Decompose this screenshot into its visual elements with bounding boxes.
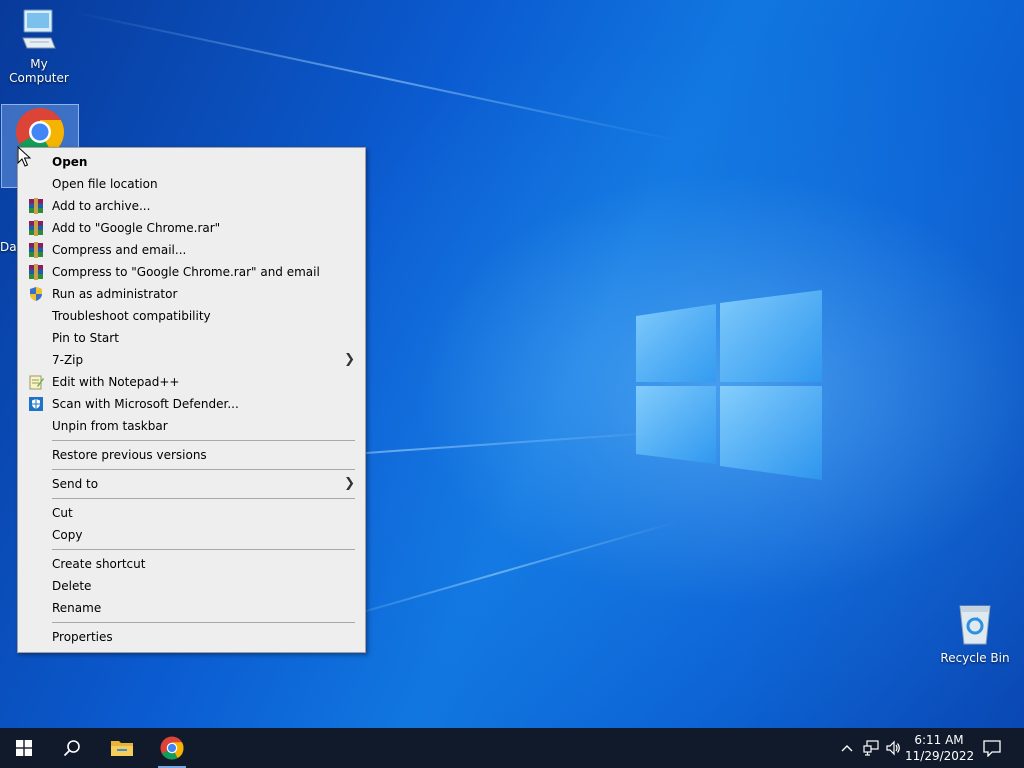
menu-item-label: Delete (52, 579, 92, 593)
menu-item-label: Add to "Google Chrome.rar" (52, 221, 221, 235)
search-button[interactable] (48, 728, 96, 768)
notepadpp-icon (29, 375, 44, 390)
start-icon (16, 740, 32, 756)
menu-separator (18, 546, 365, 553)
menu-item-label: Rename (52, 601, 102, 615)
menu-separator (18, 495, 365, 502)
menu-item-send-to[interactable]: Send to ❯ (18, 473, 365, 495)
recycle-bin-icon (959, 605, 991, 645)
menu-item-create-shortcut[interactable]: Create shortcut (18, 553, 365, 575)
menu-item-label: Add to archive... (52, 199, 151, 213)
menu-item-label: Cut (52, 506, 73, 520)
menu-item-scan-with-defender[interactable]: Scan with Microsoft Defender... (18, 393, 365, 415)
menu-item-label: Run as administrator (52, 287, 178, 301)
menu-item-label: 7-Zip (52, 353, 84, 367)
network-icon[interactable] (863, 740, 879, 756)
windows-logo-wallpaper (636, 290, 822, 480)
winrar-icon (29, 264, 43, 280)
menu-item-restore-previous-versions[interactable]: Restore previous versions (18, 444, 365, 466)
menu-item-label: Open (52, 155, 88, 169)
desktop-icon-label: Recycle Bin (940, 651, 1010, 665)
search-icon (63, 740, 80, 757)
menu-item-open[interactable]: Open (18, 151, 365, 173)
taskbar-google-chrome[interactable] (148, 728, 196, 768)
file-explorer-icon (111, 741, 133, 756)
taskbar: 6:11 AM 11/29/2022 (0, 728, 1024, 768)
menu-item-delete[interactable]: Delete (18, 575, 365, 597)
desktop-icon-recycle-bin[interactable]: Recycle Bin (936, 600, 1014, 665)
menu-separator (18, 619, 365, 626)
menu-item-compress-and-email[interactable]: Compress and email... (18, 239, 365, 261)
menu-item-7zip[interactable]: 7-Zip ❯ (18, 349, 365, 371)
desktop-icon-label: My Computer (9, 57, 69, 85)
menu-item-label: Create shortcut (52, 557, 146, 571)
menu-item-label: Edit with Notepad++ (52, 375, 180, 389)
clock-time: 6:11 AM (914, 733, 964, 747)
action-center-icon[interactable] (983, 739, 1001, 757)
menu-item-properties[interactable]: Properties (18, 626, 365, 648)
light-beam (73, 11, 681, 142)
menu-item-label: Pin to Start (52, 331, 119, 345)
menu-item-label: Open file location (52, 177, 158, 191)
computer-icon (22, 9, 56, 49)
menu-item-run-as-administrator[interactable]: Run as administrator (18, 283, 365, 305)
menu-item-copy[interactable]: Copy (18, 524, 365, 546)
menu-item-label: Compress to "Google Chrome.rar" and emai… (52, 265, 320, 279)
menu-item-label: Send to (52, 477, 99, 491)
menu-item-pin-to-start[interactable]: Pin to Start (18, 327, 365, 349)
chevron-right-icon: ❯ (344, 476, 355, 491)
light-beam (314, 520, 681, 627)
winrar-icon (29, 198, 43, 214)
menu-item-edit-with-notepadpp[interactable]: Edit with Notepad++ (18, 371, 365, 393)
taskbar-file-explorer[interactable] (98, 728, 146, 768)
defender-icon (29, 397, 43, 411)
start-button[interactable] (0, 728, 48, 768)
desktop[interactable]: My Computer Da Recycle Bin Open Open fil… (0, 0, 1024, 728)
winrar-icon (29, 242, 43, 258)
menu-item-add-to-rar[interactable]: Add to "Google Chrome.rar" (18, 217, 365, 239)
context-menu: Open Open file location Add to archive..… (17, 147, 366, 653)
desktop-icon-my-computer[interactable]: My Computer (0, 8, 78, 85)
menu-item-rename[interactable]: Rename (18, 597, 365, 619)
chevron-right-icon: ❯ (344, 352, 355, 367)
volume-icon[interactable] (885, 740, 901, 756)
chrome-icon (160, 736, 184, 760)
clock-date: 11/29/2022 (905, 749, 975, 763)
menu-item-label: Copy (52, 528, 83, 542)
menu-item-label: Properties (52, 630, 113, 644)
menu-item-label: Troubleshoot compatibility (52, 309, 211, 323)
uac-shield-icon (30, 287, 42, 301)
menu-item-compress-to-rar-and-email[interactable]: Compress to "Google Chrome.rar" and emai… (18, 261, 365, 283)
menu-item-cut[interactable]: Cut (18, 502, 365, 524)
mouse-cursor-icon (17, 146, 31, 167)
menu-item-label: Compress and email... (52, 243, 187, 257)
menu-item-label: Restore previous versions (52, 448, 207, 462)
menu-item-add-to-archive[interactable]: Add to archive... (18, 195, 365, 217)
menu-item-open-file-location[interactable]: Open file location (18, 173, 365, 195)
menu-item-label: Scan with Microsoft Defender... (52, 397, 239, 411)
menu-separator (18, 466, 365, 473)
menu-separator (18, 437, 365, 444)
menu-item-unpin-from-taskbar[interactable]: Unpin from taskbar (18, 415, 365, 437)
menu-item-label: Unpin from taskbar (52, 419, 168, 433)
winrar-icon (29, 220, 43, 236)
show-hidden-icons-icon[interactable] (839, 740, 855, 756)
taskbar-clock[interactable]: 6:11 AM 11/29/2022 (905, 732, 975, 764)
menu-item-troubleshoot-compatibility[interactable]: Troubleshoot compatibility (18, 305, 365, 327)
